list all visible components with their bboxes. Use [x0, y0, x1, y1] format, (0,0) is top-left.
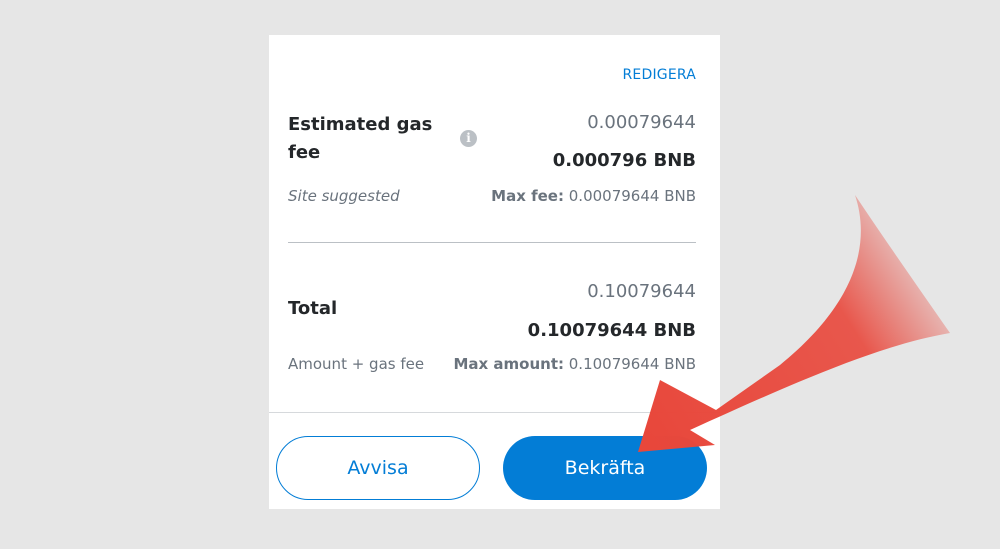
section-divider — [288, 242, 696, 243]
confirm-transaction-panel: REDIGERA Estimated gas fee i 0.00079644 … — [269, 35, 720, 509]
total-max-amount: Max amount: 0.10079644 BNB — [453, 355, 696, 373]
gas-fee-title-line2: fee — [288, 142, 321, 163]
total-title: Total — [288, 298, 338, 319]
max-fee-value: 0.00079644 BNB — [568, 187, 696, 205]
gas-max-fee: Max fee: 0.00079644 BNB — [491, 187, 696, 205]
gas-fee-primary-value: 0.000796 BNB — [552, 150, 696, 171]
gas-fee-secondary-value: 0.00079644 — [587, 112, 696, 133]
info-icon[interactable]: i — [460, 130, 477, 147]
max-amount-label: Max amount: — [453, 355, 564, 373]
gas-fee-title-line1: Estimated gas — [288, 114, 433, 135]
total-secondary-value: 0.10079644 — [587, 281, 696, 302]
total-note: Amount + gas fee — [288, 355, 425, 373]
footer-divider — [269, 412, 720, 413]
max-amount-value: 0.10079644 BNB — [568, 355, 696, 373]
gas-fee-title: Estimated gas fee — [288, 111, 432, 167]
max-fee-label: Max fee: — [491, 187, 564, 205]
reject-button[interactable]: Avvisa — [276, 436, 480, 500]
edit-gas-link[interactable]: REDIGERA — [622, 67, 696, 83]
confirm-button[interactable]: Bekräfta — [503, 436, 707, 500]
gas-fee-source-note: Site suggested — [288, 187, 400, 205]
total-primary-value: 0.10079644 BNB — [527, 320, 696, 341]
